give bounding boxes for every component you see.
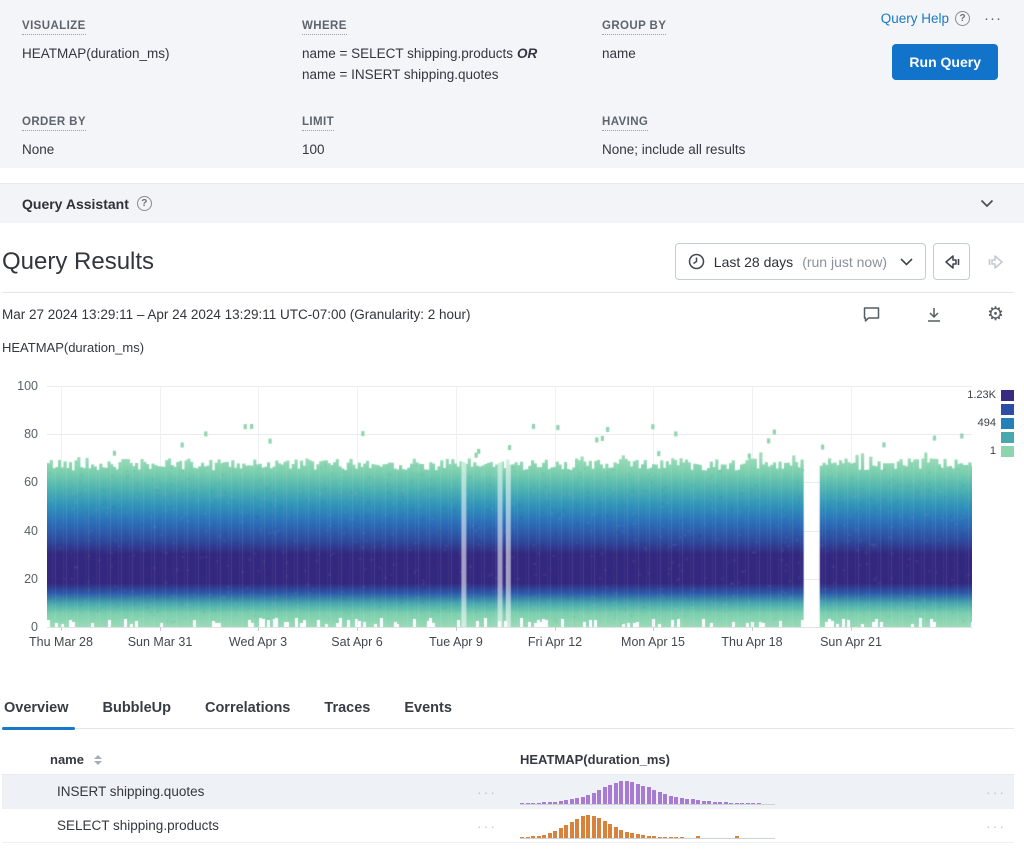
time-range-selector[interactable]: Last 28 days (run just now) — [675, 243, 926, 280]
column-header-heatmap: HEATMAP(duration_ms) — [520, 752, 670, 767]
timespan-text: Mar 27 2024 13:29:11 – Apr 24 2024 13:29… — [2, 307, 471, 322]
limit-section[interactable]: LIMIT 100 — [302, 112, 602, 161]
tab-traces[interactable]: Traces — [324, 694, 370, 728]
table-header-row: name HEATMAP(duration_ms) — [2, 745, 1014, 775]
limit-label: LIMIT — [302, 116, 334, 131]
tab-correlations[interactable]: Correlations — [205, 694, 290, 728]
legend-swatch — [1001, 446, 1014, 457]
chevron-down-icon — [900, 258, 913, 266]
order-by-value[interactable]: None — [22, 140, 302, 161]
heatmap-legend: 1.23K 494 1 — [967, 388, 1014, 458]
tab-overview[interactable]: Overview — [4, 694, 69, 728]
time-range-note: (run just now) — [802, 254, 887, 270]
x-tick-label: Sun Apr 21 — [820, 635, 882, 649]
x-tick-label: Thu Mar 28 — [29, 635, 93, 649]
y-tick-label: 0 — [2, 620, 38, 634]
legend-min-label: 1 — [990, 445, 996, 457]
help-question-icon: ? — [955, 11, 970, 26]
tab-bubbleup[interactable]: BubbleUp — [103, 694, 171, 728]
clock-icon — [688, 253, 705, 270]
row-overflow-icon[interactable]: ··· — [986, 818, 1016, 834]
duration-histogram-sparkline — [520, 778, 780, 805]
x-tick-label: Thu Apr 18 — [721, 635, 782, 649]
table-row[interactable]: INSERT shipping.quotes ··· ··· — [2, 775, 1014, 809]
legend-swatch — [1001, 418, 1014, 429]
row-overflow-icon[interactable]: ··· — [462, 818, 512, 834]
row-name: SELECT shipping.products — [42, 818, 462, 833]
order-by-label: ORDER BY — [22, 116, 86, 131]
sort-icon[interactable] — [94, 755, 102, 765]
row-overflow-icon[interactable]: ··· — [462, 784, 512, 800]
y-tick-label: 100 — [2, 379, 38, 393]
row-overflow-icon[interactable]: ··· — [986, 784, 1016, 800]
results-tabs: Overview BubbleUp Correlations Traces Ev… — [2, 694, 1014, 729]
overflow-menu-icon[interactable]: ··· — [984, 10, 1002, 27]
assistant-help-icon[interactable]: ? — [137, 196, 152, 211]
having-label: HAVING — [602, 116, 648, 131]
duration-histogram-sparkline — [520, 812, 780, 839]
x-tick-label: Wed Apr 3 — [229, 635, 287, 649]
x-tick-label: Tue Apr 9 — [429, 635, 483, 649]
where-clause-1[interactable]: name = SELECT shipping.products OR — [302, 44, 602, 65]
table-row[interactable]: SELECT shipping.products ··· ··· — [2, 809, 1014, 843]
visualize-section[interactable]: VISUALIZE HEATMAP(duration_ms) — [22, 16, 302, 86]
y-tick-label: 80 — [2, 427, 38, 441]
column-header-name[interactable]: name — [50, 752, 84, 767]
where-label: WHERE — [302, 20, 347, 35]
heatmap-chart: HEATMAP(duration_ms) 100 80 60 40 20 0 T — [2, 338, 1014, 660]
query-builder-panel: VISUALIZE HEATMAP(duration_ms) WHERE nam… — [0, 0, 1024, 168]
y-tick-label: 20 — [2, 572, 38, 586]
x-tick-label: Mon Apr 15 — [621, 635, 685, 649]
legend-mid-label: 494 — [978, 417, 996, 429]
order-by-section[interactable]: ORDER BY None — [22, 112, 302, 161]
where-clause-1-text: name = SELECT shipping.products — [302, 46, 513, 61]
x-tick-label: Sat Apr 6 — [331, 635, 382, 649]
tab-events[interactable]: Events — [404, 694, 452, 728]
query-help-label: Query Help — [881, 11, 949, 26]
legend-max-label: 1.23K — [967, 389, 996, 401]
visualize-value[interactable]: HEATMAP(duration_ms) — [22, 44, 302, 65]
y-tick-label: 60 — [2, 475, 38, 489]
having-section[interactable]: HAVING None; include all results — [602, 112, 1002, 161]
run-query-button[interactable]: Run Query — [892, 44, 998, 80]
results-header: Query Results Last 28 days (run just now… — [2, 223, 1014, 293]
history-back-button[interactable] — [933, 243, 970, 280]
limit-value[interactable]: 100 — [302, 140, 602, 161]
where-section[interactable]: WHERE name = SELECT shipping.productsOR … — [302, 16, 602, 86]
x-tick-label: Fri Apr 12 — [528, 635, 582, 649]
visualize-label: VISUALIZE — [22, 20, 86, 35]
legend-swatch — [1001, 404, 1014, 415]
time-range-value: Last 28 days — [714, 254, 793, 270]
having-value[interactable]: None; include all results — [602, 140, 1002, 161]
query-assistant-title: Query Assistant — [22, 196, 129, 212]
where-clause-2[interactable]: name = INSERT shipping.quotes — [302, 65, 602, 86]
x-tick-label: Sun Mar 31 — [128, 635, 193, 649]
heatmap-canvas[interactable] — [47, 386, 972, 627]
gear-icon[interactable]: ⚙ — [987, 305, 1004, 324]
page-title: Query Results — [2, 248, 154, 276]
y-tick-label: 40 — [2, 524, 38, 538]
heatmap-plot[interactable] — [47, 386, 972, 627]
download-icon[interactable] — [925, 306, 943, 324]
timespan-row: Mar 27 2024 13:29:11 – Apr 24 2024 13:29… — [2, 293, 1014, 330]
legend-swatch — [1001, 390, 1014, 401]
results-table: name HEATMAP(duration_ms) INSERT shippin… — [2, 745, 1014, 843]
chart-title: HEATMAP(duration_ms) — [2, 340, 144, 355]
history-forward-button[interactable] — [977, 243, 1014, 280]
row-name: INSERT shipping.quotes — [42, 784, 462, 799]
group-by-label: GROUP BY — [602, 20, 666, 35]
query-assistant-bar[interactable]: Query Assistant ? — [0, 183, 1024, 223]
chevron-down-icon[interactable] — [980, 199, 994, 208]
where-or-operator: OR — [517, 46, 537, 61]
query-help-link[interactable]: Query Help ? — [881, 11, 970, 26]
legend-swatch — [1001, 432, 1014, 443]
comment-icon[interactable] — [862, 306, 881, 323]
